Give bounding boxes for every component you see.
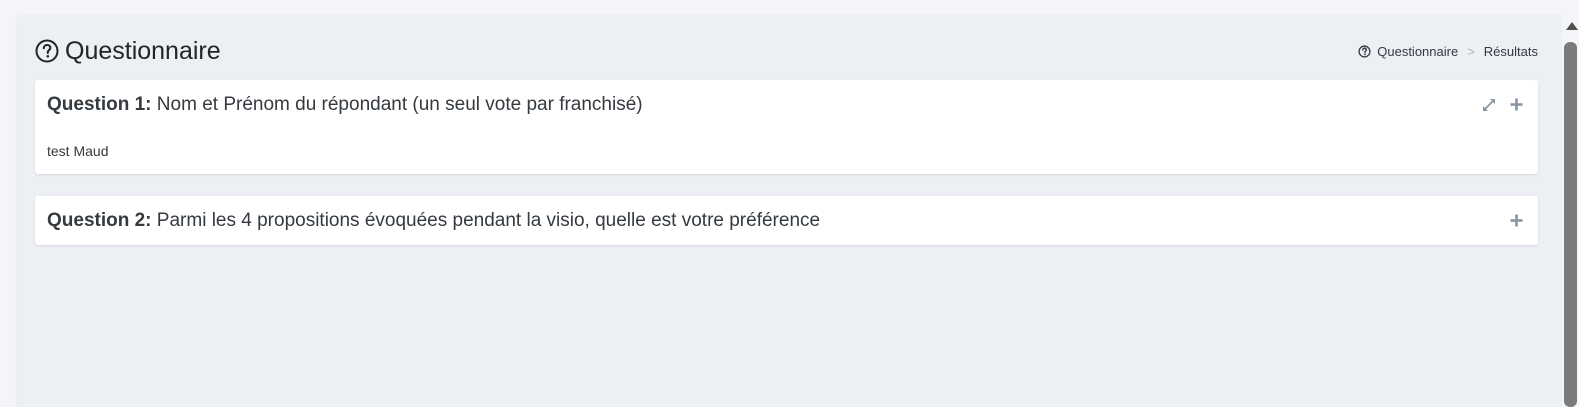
scrollbar-thumb[interactable] xyxy=(1564,42,1577,407)
plus-icon[interactable] xyxy=(1506,95,1526,115)
expand-icon[interactable] xyxy=(1479,95,1499,115)
question-title: Question 2: Parmi les 4 propositions évo… xyxy=(47,210,820,232)
breadcrumb-item-resultats: Résultats xyxy=(1483,43,1538,59)
card-body: test Maud xyxy=(35,129,1538,159)
vertical-scrollbar[interactable] xyxy=(1562,16,1579,407)
question-text: Nom et Prénom du répondant (un seul vote… xyxy=(156,93,643,115)
question-text: Parmi les 4 propositions évoquées pendan… xyxy=(156,209,821,231)
breadcrumb-item-questionnaire[interactable]: Questionnaire xyxy=(1377,44,1458,59)
question-card-1: Question 1: Nom et Prénom du répondant (… xyxy=(35,80,1538,174)
question-circle-icon xyxy=(35,39,59,63)
content-header: Questionnaire Questionnaire > Résultats xyxy=(35,34,1538,68)
plus-icon[interactable] xyxy=(1506,211,1526,231)
question-title: Question 1: Nom et Prénom du répondant (… xyxy=(47,94,643,116)
content-wrapper: Questionnaire Questionnaire > Résultats … xyxy=(18,16,1562,407)
card-tools xyxy=(1499,211,1526,231)
question-card-2: Question 2: Parmi les 4 propositions évo… xyxy=(35,196,1538,245)
breadcrumb-separator: > xyxy=(1467,43,1475,59)
question-number: Question 1: xyxy=(47,93,152,115)
card-tools xyxy=(1472,95,1526,115)
page-title: Questionnaire xyxy=(65,36,221,65)
page-title-group: Questionnaire xyxy=(35,37,221,66)
scroll-up-arrow-icon[interactable] xyxy=(1566,22,1578,30)
breadcrumb: Questionnaire > Résultats xyxy=(1358,44,1538,59)
question-number: Question 2: xyxy=(47,209,152,231)
card-header: Question 1: Nom et Prénom du répondant (… xyxy=(35,80,1538,129)
answer-text: test Maud xyxy=(47,143,109,159)
card-header: Question 2: Parmi les 4 propositions évo… xyxy=(35,196,1538,245)
question-circle-icon xyxy=(1358,44,1371,58)
